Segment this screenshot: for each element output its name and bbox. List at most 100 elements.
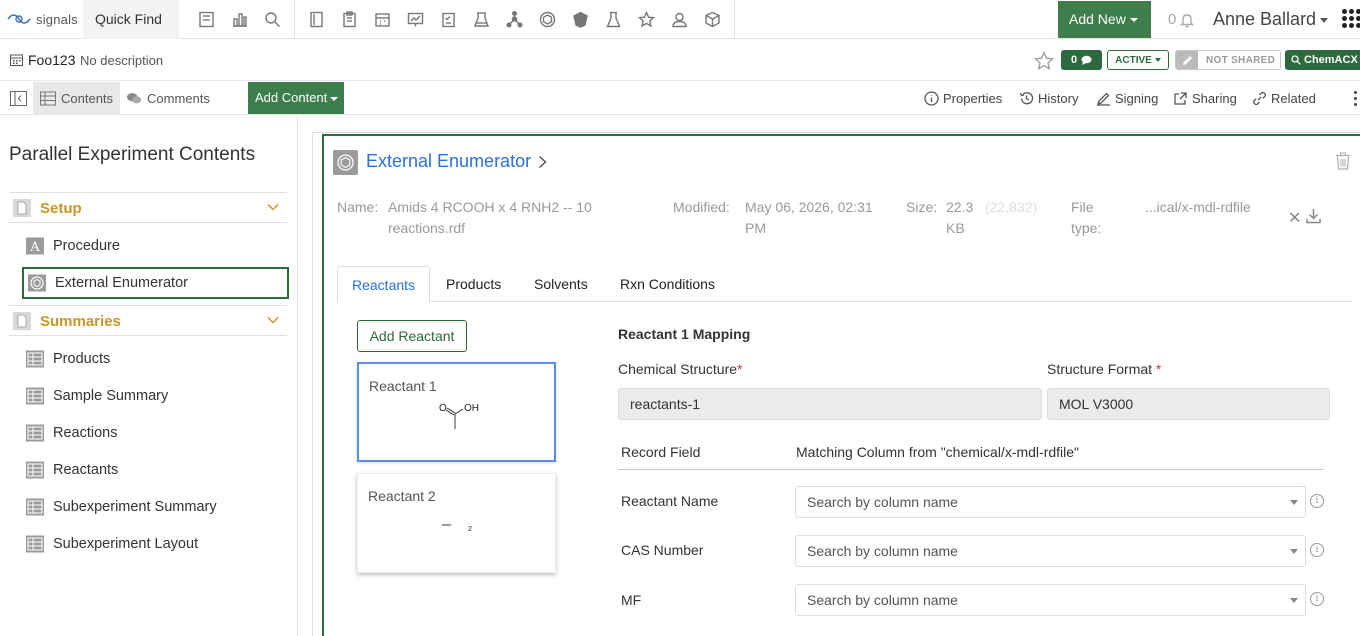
sidebar-item-subexperiment-layout[interactable]: Subexperiment Layout <box>22 528 289 560</box>
notifications-button[interactable]: 0 <box>1168 11 1195 28</box>
record-field-header: Record Field <box>621 444 701 460</box>
required-marker: * <box>737 361 743 377</box>
chemacx-button[interactable]: ChemACX <box>1285 50 1360 70</box>
presentation-icon[interactable] <box>399 0 432 39</box>
tab-products[interactable]: Products <box>432 266 515 302</box>
info-icon[interactable]: i <box>1310 494 1324 508</box>
chevron-right-icon[interactable] <box>538 155 547 169</box>
chevron-down-icon <box>1290 598 1298 603</box>
reactant-name-column-select[interactable]: Search by column name <box>795 486 1306 518</box>
structure-format-field[interactable]: MOL V3000 <box>1047 388 1330 420</box>
apps-grid-icon[interactable] <box>1342 9 1360 28</box>
collapse-sidebar-icon[interactable] <box>10 91 27 106</box>
search-icon[interactable] <box>256 0 289 39</box>
select-placeholder: Search by column name <box>807 543 958 559</box>
history-button[interactable]: History <box>1019 82 1078 115</box>
file-type-value: ...ical/x-mdl-rdfile <box>1145 199 1251 215</box>
chevron-down-icon <box>1154 58 1161 62</box>
file-type-label: File <box>1071 199 1094 215</box>
shield-icon[interactable] <box>564 0 597 39</box>
mf-column-select[interactable]: Search by column name <box>795 584 1306 616</box>
flask-rack-icon[interactable] <box>465 0 498 39</box>
notebook-description[interactable]: No description <box>80 53 163 68</box>
mapping-row-label: Reactant Name <box>621 493 719 509</box>
properties-button[interactable]: Properties <box>924 82 1002 115</box>
signals-logo[interactable]: signals <box>6 9 78 29</box>
notebook-name[interactable]: Foo123 <box>28 52 75 68</box>
cas-number-column-select[interactable]: Search by column name <box>795 535 1306 567</box>
sharing-status-badge[interactable]: NOT SHARED <box>1175 50 1281 70</box>
user-menu[interactable]: Anne Ballard <box>1213 9 1329 30</box>
mapping-tabs: Reactants Products Solvents Rxn Conditio… <box>337 266 1352 303</box>
bar-chart-icon[interactable] <box>223 0 256 39</box>
star-icon[interactable] <box>630 0 663 39</box>
trash-icon[interactable] <box>1335 152 1351 170</box>
card-title-link[interactable]: External Enumerator <box>366 151 531 172</box>
sidebar-item-reactions[interactable]: Reactions <box>22 417 289 449</box>
remove-file-icon[interactable]: ✕ <box>1288 208 1301 228</box>
calendar-icon[interactable] <box>366 0 399 39</box>
related-button[interactable]: Related <box>1252 82 1316 115</box>
info-icon[interactable]: i <box>1310 543 1324 557</box>
text-entry-icon: A <box>26 237 44 255</box>
sidebar-item-subexperiment-summary[interactable]: Subexperiment Summary <box>22 491 289 523</box>
summaries-group-label: Summaries <box>40 312 121 330</box>
info-icon[interactable]: i <box>1310 592 1324 606</box>
sidebar-group-setup[interactable]: Setup <box>9 194 287 222</box>
tab-rxn-conditions[interactable]: Rxn Conditions <box>606 266 729 302</box>
sidebar-item-label: External Enumerator <box>55 275 188 291</box>
tab-reactants[interactable]: Reactants <box>337 266 431 303</box>
chevron-down-icon <box>1320 17 1329 23</box>
modified-value: May 06, 2026, 02:31 <box>745 199 873 215</box>
table-icon <box>26 350 44 368</box>
chevron-down-icon[interactable] <box>267 316 279 324</box>
reactant-card-2[interactable]: Reactant 2 2 <box>357 473 556 573</box>
link-icon <box>1253 91 1266 106</box>
setup-group-label: Setup <box>40 199 82 217</box>
chevron-down-icon <box>1290 549 1298 554</box>
contents-tab[interactable]: Contents <box>33 82 121 115</box>
document-icon[interactable] <box>300 0 333 39</box>
sidebar-item-external-enumerator[interactable]: External Enumerator <box>22 267 289 299</box>
beaker-icon[interactable] <box>597 0 630 39</box>
sidebar-item-products[interactable]: Products <box>22 343 289 375</box>
checklist-icon[interactable] <box>432 0 465 39</box>
sharing-label: NOT SHARED <box>1206 54 1276 66</box>
mapping-row-label: MF <box>621 592 642 608</box>
page-icon <box>13 199 31 217</box>
enumerator-icon[interactable] <box>531 0 564 39</box>
chevron-down-icon[interactable] <box>267 203 279 211</box>
sharing-button[interactable]: Sharing <box>1173 82 1237 115</box>
sidebar-item-reactants[interactable]: Reactants <box>22 454 289 486</box>
chemical-structure-field[interactable]: reactants-1 <box>618 388 1042 420</box>
clipboard-icon[interactable] <box>333 0 366 39</box>
more-options-icon[interactable] <box>1354 91 1357 106</box>
users-icon[interactable] <box>663 0 696 39</box>
add-reactant-button[interactable]: Add Reactant <box>357 320 467 352</box>
sidebar-item-sample-summary[interactable]: Sample Summary <box>22 380 289 412</box>
sidebar-item-procedure[interactable]: A Procedure <box>22 230 289 262</box>
comments-count-badge[interactable]: 0 <box>1061 50 1102 70</box>
signing-button[interactable]: Signing <box>1096 82 1158 115</box>
comments-tab[interactable]: Comments <box>119 82 217 115</box>
sidebar-item-label: Subexperiment Layout <box>53 536 199 552</box>
quick-find-button[interactable]: Quick Find <box>83 0 179 39</box>
add-new-button[interactable]: Add New <box>1058 1 1151 38</box>
sidebar-group-summaries[interactable]: Summaries <box>9 307 287 335</box>
reactant-card-1[interactable]: Reactant 1 O OH <box>357 362 556 462</box>
network-icon[interactable] <box>498 0 531 39</box>
structure-format-label-text: Structure Format <box>1047 361 1156 377</box>
box-icon[interactable] <box>696 0 729 39</box>
search-icon <box>1291 55 1301 65</box>
structure-atom-o: O <box>439 403 447 414</box>
structure-atom-oh: OH <box>464 403 479 414</box>
download-icon[interactable] <box>1306 208 1321 224</box>
favorite-star-icon[interactable] <box>1034 51 1054 71</box>
status-dropdown[interactable]: ACTIVE <box>1107 50 1169 70</box>
tab-solvents[interactable]: Solvents <box>520 266 602 302</box>
size-label: Size: <box>906 199 938 215</box>
sidebar-item-label: Subexperiment Summary <box>53 499 217 515</box>
notebook-icon[interactable] <box>190 0 223 39</box>
sidebar-item-label: Products <box>53 351 111 367</box>
add-content-button[interactable]: Add Content <box>248 82 344 114</box>
